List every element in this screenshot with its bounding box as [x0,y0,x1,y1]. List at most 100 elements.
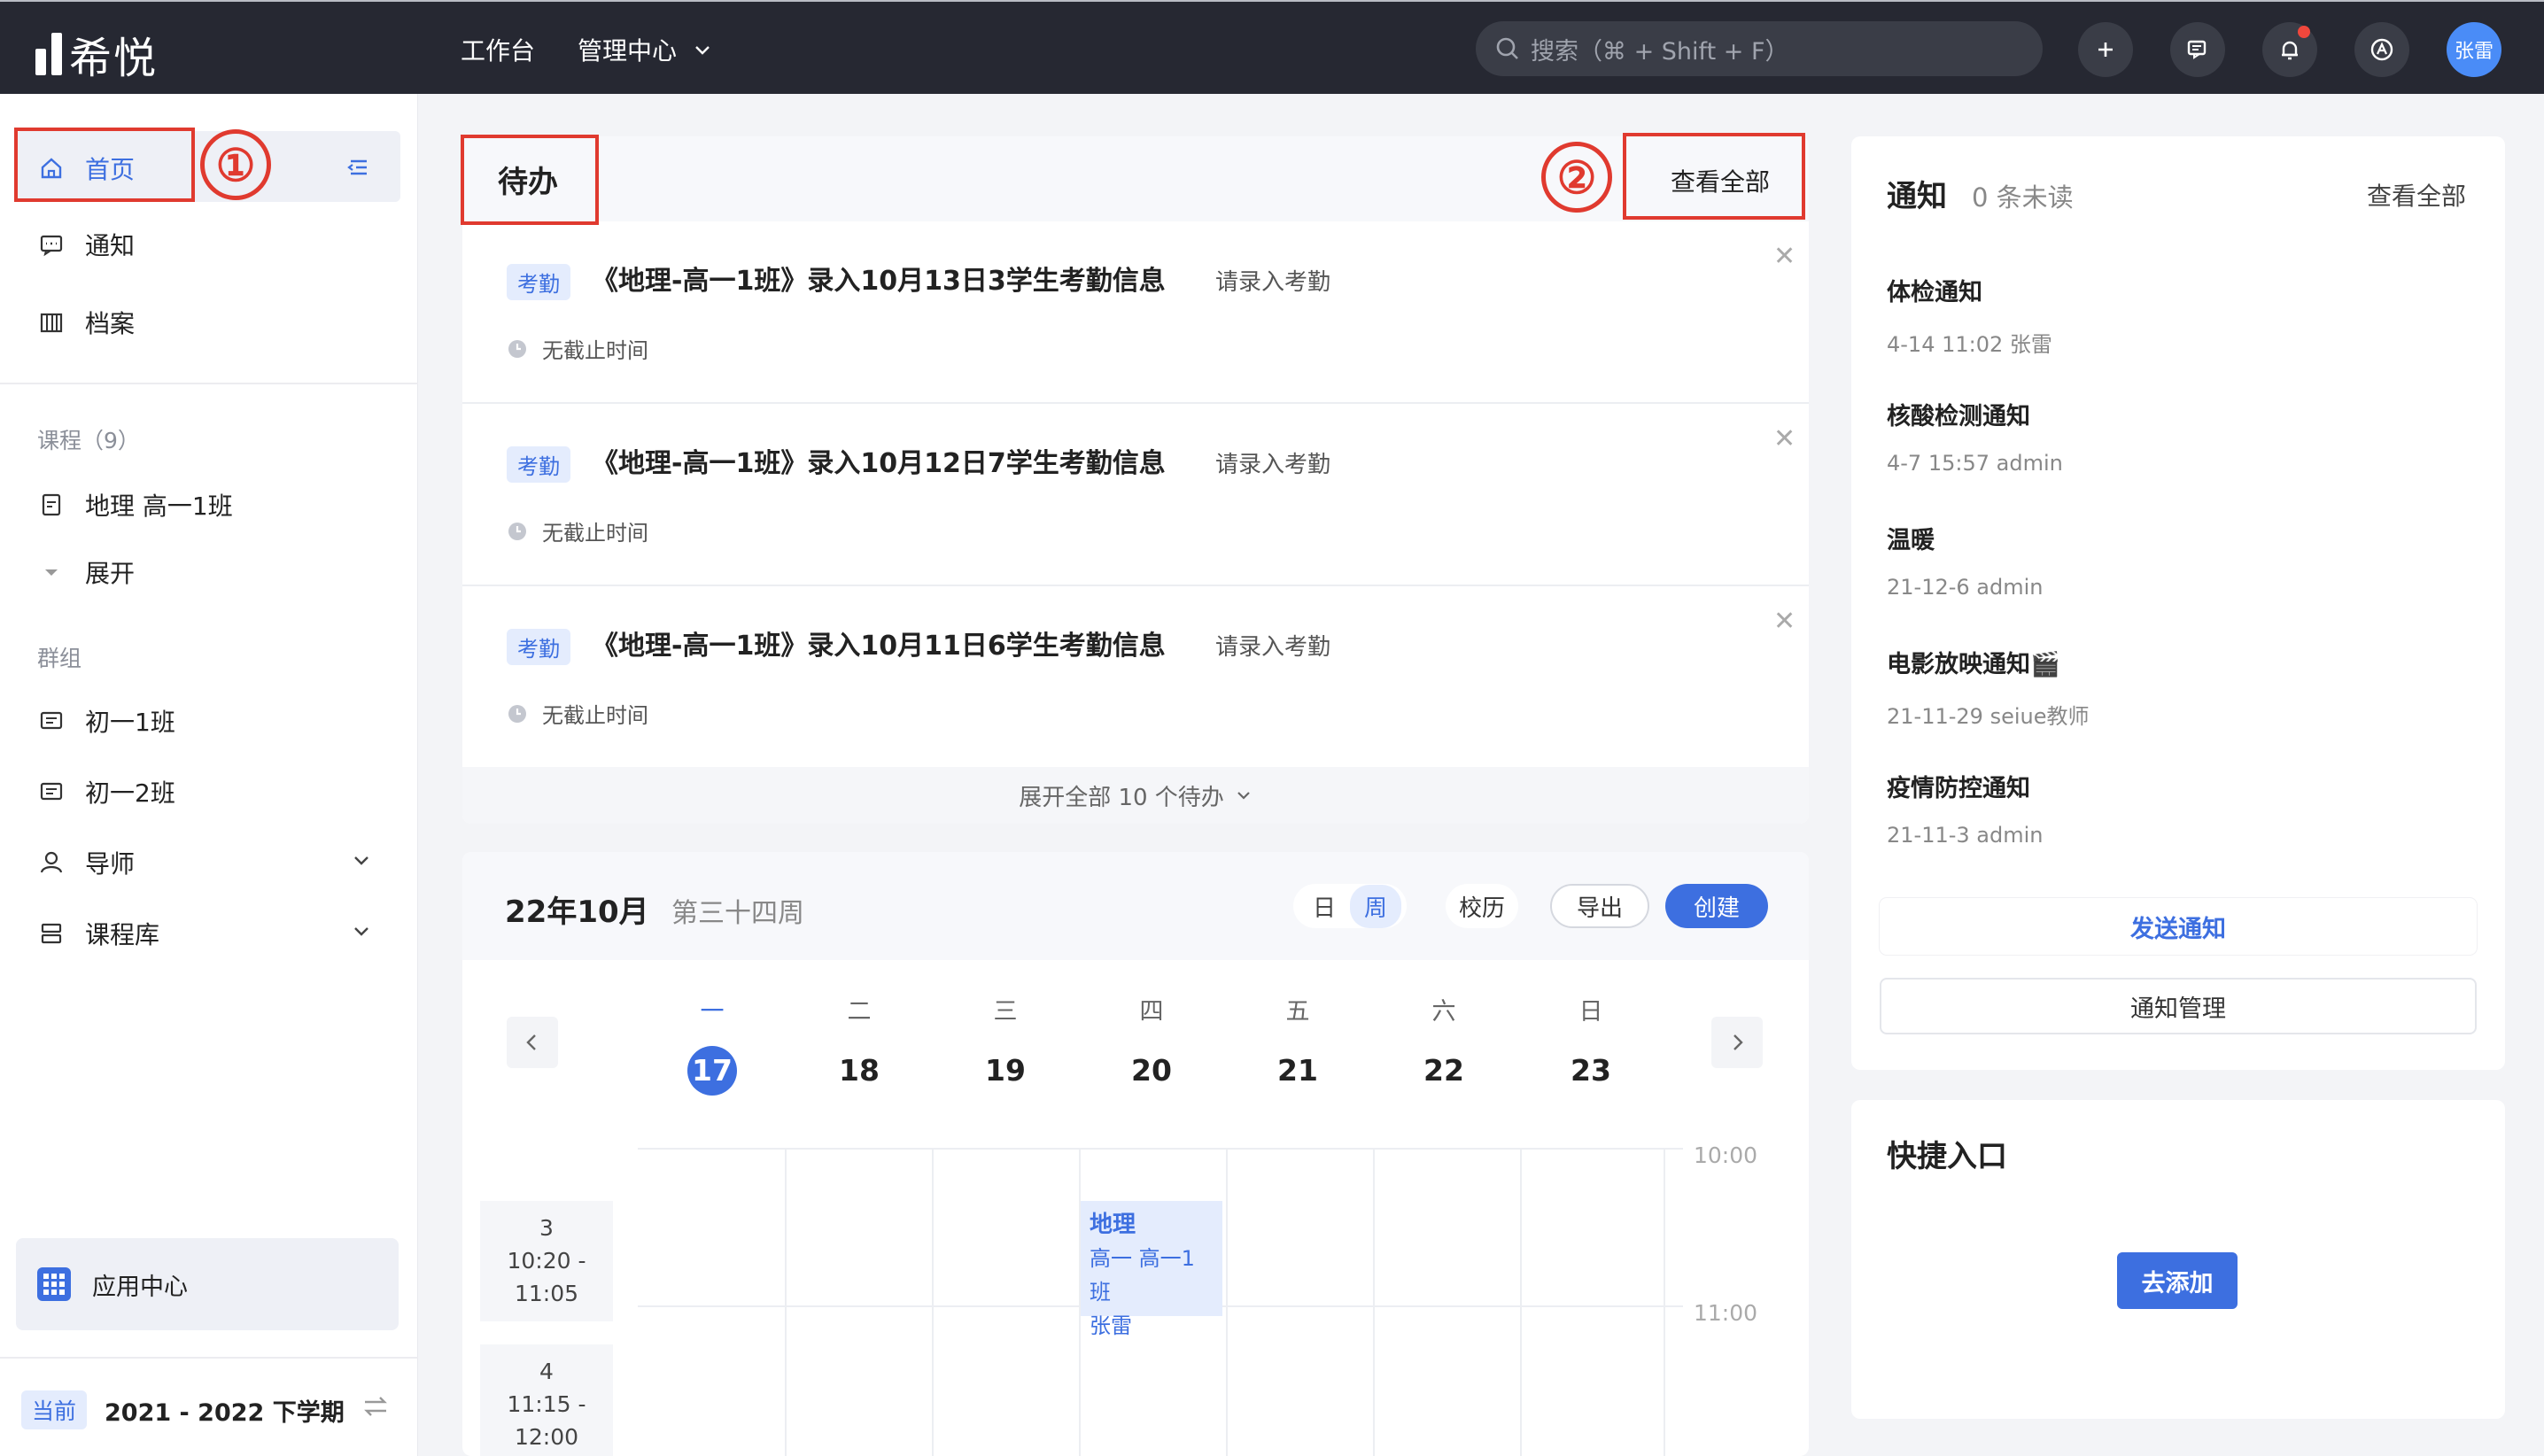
notice-item[interactable]: 体检通知 4-14 11:02 张雷 [1887,273,2052,358]
chevron-down-icon[interactable] [350,919,373,942]
todo-deadline: 无截止时间 [507,515,648,546]
date-number: 22 [1423,1053,1464,1088]
sidebar: 首页 通知 档案 课程（9） 地理 高一1班 展开 群组 初一1班 初一2班 导… [0,94,418,1456]
notice-item[interactable]: 疫情防控通知 21-11-3 admin [1887,769,2044,848]
sidebar-item-mentor[interactable]: 导师 [37,845,135,880]
messages-button[interactable] [2170,22,2225,77]
plus-icon [2098,43,2113,57]
day-column-header[interactable]: 二 18 [824,992,895,1096]
day-column-header[interactable]: 一 17 [677,992,748,1096]
notice-item-meta: 4-7 15:57 admin [1887,451,2063,476]
notice-item[interactable]: 核酸检测通知 4-7 15:57 admin [1887,397,2063,476]
chevron-left-icon [526,1034,536,1050]
nav-workbench[interactable]: 工作台 [461,32,535,67]
calendar-week-number: 第三十四周 [671,898,804,929]
unread-dot [2298,26,2310,38]
sidebar-item-group-1[interactable]: 初一1班 [37,703,175,739]
notifications-button[interactable] [2262,22,2317,77]
search-input[interactable]: 搜索（⌘ + Shift + F） [1476,21,2043,76]
notice-unread-count: 0 条未读 [1972,182,2074,213]
chevron-down-icon[interactable] [350,848,373,871]
sidebar-item-expand[interactable]: 展开 [37,554,135,590]
switch-icon[interactable] [361,1392,390,1421]
weekday-label: 六 [1431,998,1456,1026]
todo-item-hint: 请录入考勤 [1215,634,1331,661]
calendar-event[interactable]: 地理 高一 高一1班 张雷 [1081,1201,1222,1338]
todo-item[interactable]: 考勤 《地理-高一1班》录入10月12日7学生考勤信息 请录入考勤 无截止时间 … [462,404,1809,586]
chat-icon [2187,40,2207,59]
caret-down-icon [37,558,66,586]
app-name: 希悦 [69,34,159,83]
todo-card: 待办 查看全部 考勤 《地理-高一1班》录入10月13日3学生考勤信息 请录入考… [462,136,1809,824]
day-column-header[interactable]: 日 23 [1555,992,1626,1096]
add-button[interactable] [2078,22,2133,77]
sidebar-item-group-2[interactable]: 初一2班 [37,774,175,809]
notice-item[interactable]: 电影放映通知🎬 21-11-29 seiue教师 [1887,645,2089,730]
notice-item-meta: 21-12-6 admin [1887,575,2044,600]
todo-item-hint: 请录入考勤 [1215,452,1331,478]
notice-view-all-link[interactable]: 查看全部 [2367,177,2466,213]
close-icon[interactable]: ✕ [1773,241,1796,272]
avatar[interactable]: 张雷 [2447,22,2501,77]
notice-item-title: 体检通知 [1887,279,1982,306]
search-icon [1496,37,1518,59]
notice-item[interactable]: 温暖 21-12-6 admin [1887,521,2044,600]
attendance-tag: 考勤 [507,446,570,483]
sidebar-item-course-lib[interactable]: 课程库 [37,916,159,951]
annotation-number-2: ② [1541,142,1612,213]
prev-week-button[interactable] [507,1017,558,1068]
create-button[interactable]: 创建 [1665,884,1768,928]
next-week-button[interactable] [1711,1017,1763,1068]
notice-item-meta: 21-11-29 seiue教师 [1887,704,2090,729]
calendar-header: 22年10月 第三十四周 日 周 校历 导出 创建 [462,852,1809,960]
manage-notice-button[interactable]: 通知管理 [1880,978,2477,1034]
nav-workbench-label: 工作台 [461,36,536,66]
attendance-tag: 考勤 [507,629,570,665]
day-column-header[interactable]: 三 19 [970,992,1041,1096]
school-calendar-button[interactable]: 校历 [1446,884,1518,928]
nav-admin-center[interactable]: 管理中心 [578,32,712,67]
event-teacher: 张雷 [1090,1313,1132,1338]
todo-item-title[interactable]: 《地理-高一1班》录入10月11日6学生考勤信息 [592,623,1166,662]
term-selector[interactable]: 当前 2021 - 2022 下学期 [21,1390,345,1429]
close-icon[interactable]: ✕ [1773,606,1796,637]
period-number: 3 [539,1215,554,1241]
day-column-header[interactable]: 四 20 [1116,992,1187,1096]
export-button[interactable]: 导出 [1550,884,1649,928]
chevron-down-icon [1237,792,1250,800]
grid-line [1226,1148,1228,1456]
todo-deadline-label: 无截止时间 [542,338,648,363]
app-logo[interactable]: 希悦 [35,23,158,85]
close-icon[interactable]: ✕ [1773,423,1796,454]
sidebar-item-archive[interactable]: 档案 [37,305,135,340]
date-number: 19 [985,1053,1026,1088]
send-notice-button[interactable]: 发送通知 [1880,898,2477,955]
notice-card: 通知 0 条未读 查看全部 体检通知 4-14 11:02 张雷 核酸检测通知 … [1851,136,2505,1070]
day-column-header[interactable]: 五 21 [1262,992,1333,1096]
weekday-label: 日 [1578,998,1603,1026]
view-day-tab[interactable]: 日 [1299,885,1350,928]
ai-button[interactable] [2354,22,2409,77]
todo-deadline-label: 无截止时间 [542,703,648,728]
courses-section-title: 课程（9） [37,428,140,453]
todo-item[interactable]: 考勤 《地理-高一1班》录入10月11日6学生考勤信息 请录入考勤 无截止时间 … [462,586,1809,769]
todo-expand-all[interactable]: 展开全部 10 个待办 [462,767,1809,824]
sidebar-item-expand-label: 展开 [85,559,136,588]
add-quick-entry-button[interactable]: 去添加 [2117,1252,2238,1309]
clock-icon [508,339,526,358]
grid-line [1520,1148,1522,1456]
sidebar-item-course[interactable]: 地理 高一1班 [37,487,233,523]
todo-item[interactable]: 考勤 《地理-高一1班》录入10月13日3学生考勤信息 请录入考勤 无截止时间 … [462,221,1809,404]
day-column-header[interactable]: 六 22 [1408,992,1479,1096]
todo-deadline-label: 无截止时间 [542,521,648,546]
sidebar-item-notify[interactable]: 通知 [37,227,135,262]
todo-item-title[interactable]: 《地理-高一1班》录入10月12日7学生考勤信息 [592,441,1166,480]
todo-item-title[interactable]: 《地理-高一1班》录入10月13日3学生考勤信息 [592,259,1166,298]
collapse-sidebar-icon[interactable] [344,154,370,181]
calendar-month: 22年10月 [505,895,649,930]
app-center-button[interactable]: 应用中心 [16,1238,399,1330]
view-week-tab[interactable]: 周 [1350,884,1402,928]
event-class: 高一 高一1班 [1090,1246,1195,1305]
clock-icon [508,704,526,723]
top-nav: 工作台 管理中心 [461,32,712,67]
